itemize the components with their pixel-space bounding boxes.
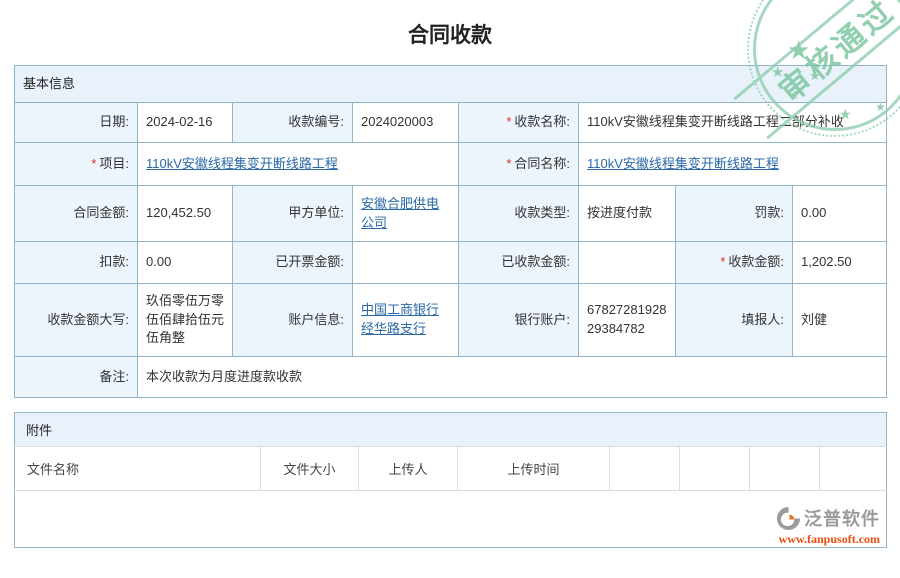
contract-amount-label: 合同金额: (15, 186, 138, 242)
attachment-col-empty (820, 447, 887, 491)
receipt-amount-label: *收款金额: (676, 242, 793, 284)
required-mark: * (506, 114, 511, 129)
basic-info-section-title: 基本信息 (15, 66, 887, 103)
contract-name-link[interactable]: 110kV安徽线程集变开断线路工程 (587, 156, 779, 171)
project-label: *项目: (15, 143, 138, 186)
receipt-name-label: *收款名称: (459, 103, 579, 143)
attachments-empty-body: 泛普软件 www.fanpusoft.com (15, 491, 887, 548)
date-label: 日期: (15, 103, 138, 143)
required-mark: * (720, 254, 725, 269)
receipt-no-label: 收款编号: (233, 103, 353, 143)
attachment-col-filename: 文件名称 (15, 447, 261, 491)
bank-account-label: 银行账户: (459, 284, 579, 357)
required-mark: * (506, 156, 511, 171)
receipt-amount-value: 1,202.50 (793, 242, 887, 284)
party-a-label: 甲方单位: (233, 186, 353, 242)
bank-account-value: 6782728192829384782 (579, 284, 676, 357)
contract-name-label: *合同名称: (459, 143, 579, 186)
invoiced-amount-label: 已开票金额: (233, 242, 353, 284)
attachment-col-empty (750, 447, 820, 491)
penalty-value: 0.00 (793, 186, 887, 242)
basic-info-panel: 基本信息 日期: 2024-02-16 收款编号: 2024020003 *收款… (14, 65, 886, 398)
attachment-col-uploadtime: 上传时间 (458, 447, 610, 491)
remark-label: 备注: (15, 357, 138, 398)
contract-amount-value: 120,452.50 (138, 186, 233, 242)
attachment-col-filesize: 文件大小 (261, 447, 359, 491)
received-amount-value (579, 242, 676, 284)
party-a-link[interactable]: 安徽合肥供电公司 (361, 196, 439, 230)
brand-url[interactable]: www.fanpusoft.com (776, 533, 880, 545)
attachments-panel: 附件 文件名称 文件大小 上传人 上传时间 泛普软件 (14, 412, 886, 548)
receipt-no-value: 2024020003 (353, 103, 459, 143)
receipt-type-value: 按进度付款 (579, 186, 676, 242)
account-info-value: 中国工商银行经华路支行 (353, 284, 459, 357)
amount-in-words-label: 收款金额大写: (15, 284, 138, 357)
date-value: 2024-02-16 (138, 103, 233, 143)
amount-in-words-value: 玖佰零伍万零伍佰肆拾伍元伍角整 (138, 284, 233, 357)
project-value: 110kV安徽线程集变开断线路工程 (138, 143, 459, 186)
fanpu-brand: 泛普软件 www.fanpusoft.com (776, 506, 880, 545)
attachment-col-uploader: 上传人 (359, 447, 458, 491)
remark-value: 本次收款为月度进度款收款 (138, 357, 887, 398)
received-amount-label: 已收款金额: (459, 242, 579, 284)
receipt-type-label: 收款类型: (459, 186, 579, 242)
account-info-label: 账户信息: (233, 284, 353, 357)
penalty-label: 罚款: (676, 186, 793, 242)
attachment-col-empty (680, 447, 750, 491)
contract-name-value: 110kV安徽线程集变开断线路工程 (579, 143, 887, 186)
attachments-section-title: 附件 (15, 413, 887, 447)
page-title: 合同收款 (0, 22, 900, 50)
attachment-col-empty (610, 447, 680, 491)
receipt-name-value: 110kV安徽线程集变开断线路工程二部分补收 (579, 103, 887, 143)
project-link[interactable]: 110kV安徽线程集变开断线路工程 (146, 156, 338, 171)
deduction-label: 扣款: (15, 242, 138, 284)
deduction-value: 0.00 (138, 242, 233, 284)
required-mark: * (91, 156, 96, 171)
invoiced-amount-value (353, 242, 459, 284)
fanpu-logo-icon (776, 506, 801, 531)
account-info-link[interactable]: 中国工商银行经华路支行 (361, 302, 439, 336)
preparer-label: 填报人: (676, 284, 793, 357)
preparer-value: 刘健 (793, 284, 887, 357)
party-a-value: 安徽合肥供电公司 (353, 186, 459, 242)
brand-name: 泛普软件 (804, 510, 880, 528)
